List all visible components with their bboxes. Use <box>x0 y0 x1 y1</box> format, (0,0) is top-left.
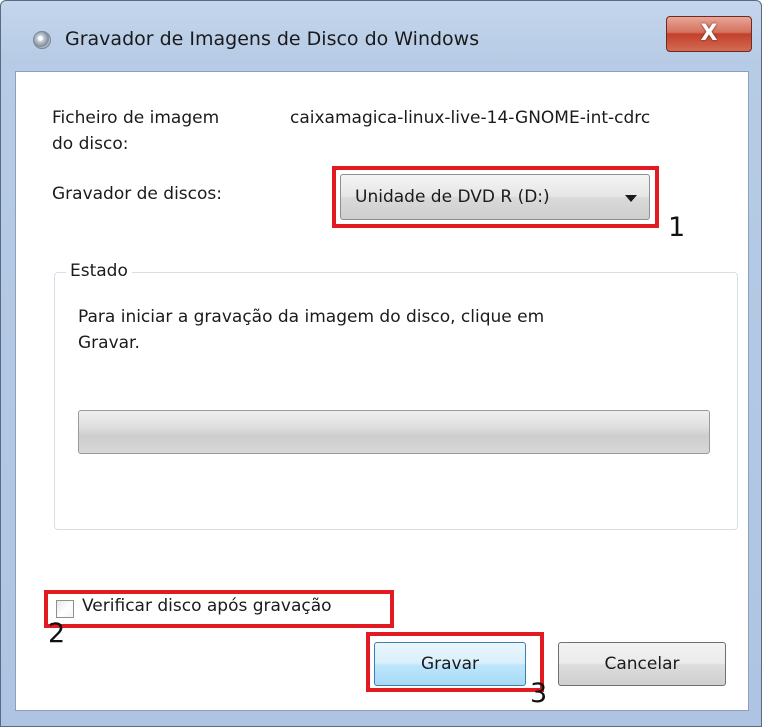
status-message-line1: Para iniciar a gravação da imagem do dis… <box>78 307 545 327</box>
dialog-window: Gravador de Imagens de Disco do Windows … <box>0 0 762 727</box>
file-label: Ficheiro de imagem <box>52 108 220 128</box>
burner-label: Gravador de discos: <box>52 184 222 204</box>
progress-bar <box>78 410 710 454</box>
highlight-box-3 <box>366 632 544 692</box>
status-message-line2: Gravar. <box>78 333 140 353</box>
disc-icon <box>33 31 51 49</box>
file-label-continued: do disco: <box>52 134 129 154</box>
step-number-3: 3 <box>530 678 548 709</box>
status-group-title: Estado <box>66 261 132 281</box>
window-title: Gravador de Imagens de Disco do Windows <box>65 28 480 50</box>
close-button[interactable]: X <box>666 16 752 52</box>
highlight-box-1 <box>332 166 659 228</box>
close-icon: X <box>700 21 718 46</box>
cancel-button[interactable]: Cancelar <box>558 642 726 686</box>
file-value: caixamagica-linux-live-14-GNOME-int-cdrc <box>290 108 651 128</box>
status-message: Para iniciar a gravação da imagem do dis… <box>78 304 678 356</box>
title-bar[interactable]: Gravador de Imagens de Disco do Windows … <box>1 1 761 67</box>
highlight-box-2 <box>44 590 394 628</box>
dialog-body: Ficheiro de imagem do disco: caixamagica… <box>15 71 749 711</box>
step-number-1: 1 <box>668 212 686 243</box>
step-number-2: 2 <box>48 618 66 649</box>
